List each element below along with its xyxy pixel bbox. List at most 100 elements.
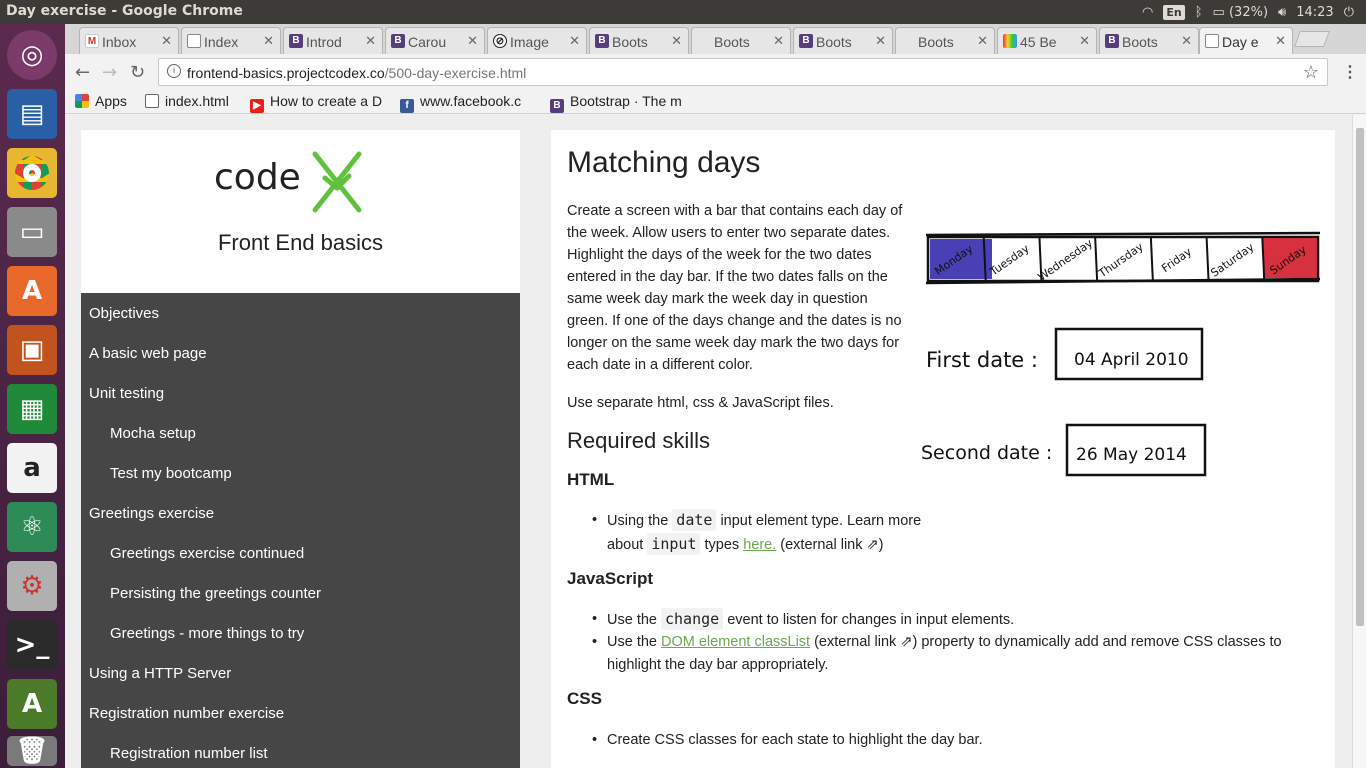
tab-label: Image: [510, 34, 549, 50]
tab-bootstrap-2[interactable]: Boots ✕: [691, 27, 791, 54]
tab-day-exercise[interactable]: Day e ✕: [1199, 27, 1293, 54]
close-icon[interactable]: ✕: [569, 33, 580, 49]
system-settings-icon[interactable]: ⚙: [7, 561, 57, 611]
main-content: Matching days Create a screen with a bar…: [551, 130, 1335, 768]
volume-icon[interactable]: 🔊︎: [1278, 5, 1286, 20]
nav-item-greetings-continued[interactable]: Greetings exercise continued: [110, 545, 304, 562]
tab-45-best[interactable]: 45 Be ✕: [997, 27, 1097, 54]
code-date: date: [672, 509, 717, 531]
tab-label: Inbox: [102, 34, 137, 50]
tab-introduction[interactable]: B Introd ✕: [283, 27, 383, 54]
chrome-icon[interactable]: [7, 148, 57, 198]
js-list-item-change: Use the change event to listen for chang…: [592, 608, 1307, 632]
files-icon[interactable]: ▭: [7, 207, 57, 257]
close-icon[interactable]: ✕: [467, 33, 478, 49]
nav-item-objectives[interactable]: Objectives: [89, 305, 159, 322]
tab-bootstrap-5[interactable]: B Boots ✕: [1099, 27, 1199, 54]
day-bar-sketch-image: Monday Tuesday Wednesday Thursday Friday Satu…: [921, 231, 1321, 477]
close-icon[interactable]: ✕: [1275, 33, 1286, 49]
trash-icon[interactable]: 🗑︎: [7, 736, 57, 766]
tab-label: Index: [204, 34, 239, 50]
close-icon[interactable]: ✕: [977, 33, 988, 49]
text: Use the: [607, 612, 661, 628]
bluetooth-icon[interactable]: ᛒ: [1195, 5, 1203, 20]
close-icon[interactable]: ✕: [365, 33, 376, 49]
address-bar[interactable]: i frontend-basics.projectcodex.co/500-da…: [158, 58, 1328, 86]
tab-strip: M Inbox ✕ Index ✕ B Introd ✕ B Carou ✕ ⊘ Image ✕ …: [65, 24, 1366, 54]
nav-item-greetings-exercise[interactable]: Greetings exercise: [89, 505, 214, 522]
nav-item-test-my-bootcamp[interactable]: Test my bootcamp: [110, 465, 232, 482]
close-icon[interactable]: ✕: [773, 33, 784, 49]
software-updater-icon[interactable]: A: [7, 679, 57, 729]
bookmark-label: www.facebook.c: [420, 93, 522, 109]
nav-item-mocha-setup[interactable]: Mocha setup: [110, 425, 196, 442]
tab-carousel[interactable]: B Carou ✕: [385, 27, 485, 54]
close-icon[interactable]: ✕: [875, 33, 886, 49]
wifi-icon[interactable]: ◠: [1142, 5, 1153, 20]
bookmark-label: Bootstrap · The m: [570, 93, 682, 109]
nav-item-registration-list[interactable]: Registration number list: [110, 745, 268, 762]
page-title: Matching days: [567, 146, 761, 179]
software-center-icon[interactable]: A: [7, 266, 57, 316]
close-icon[interactable]: ✕: [161, 33, 172, 49]
apps-grid-icon: [75, 94, 89, 108]
back-icon[interactable]: ←: [75, 62, 90, 83]
tab-label: Boots: [918, 34, 954, 50]
code-input: input: [647, 532, 701, 555]
reload-icon[interactable]: ↻: [130, 62, 145, 83]
tab-bootstrap-3[interactable]: B Boots ✕: [793, 27, 893, 54]
keyboard-language-indicator[interactable]: En: [1163, 4, 1185, 20]
impress-icon[interactable]: ▣: [7, 325, 57, 375]
terminal-icon[interactable]: >_: [7, 620, 57, 670]
code-change: change: [661, 608, 724, 630]
power-icon[interactable]: ⏻: [1344, 5, 1354, 20]
close-icon[interactable]: ✕: [671, 33, 682, 49]
tab-image[interactable]: ⊘ Image ✕: [487, 27, 587, 54]
nav-item-greetings-more[interactable]: Greetings - more things to try: [110, 625, 304, 642]
close-icon[interactable]: ✕: [1181, 33, 1192, 49]
bookmark-apps[interactable]: Apps: [75, 93, 127, 109]
clock[interactable]: 14:23: [1296, 5, 1333, 20]
forward-icon[interactable]: →: [102, 62, 117, 83]
gmail-icon: M: [85, 34, 99, 48]
amazon-icon[interactable]: a: [7, 443, 57, 493]
battery-indicator[interactable]: ▭ (32%): [1213, 5, 1268, 20]
nav-item-registration-exercise[interactable]: Registration number exercise: [89, 705, 284, 722]
bookmark-star-icon[interactable]: ☆: [1303, 62, 1319, 83]
nav-item-http-server[interactable]: Using a HTTP Server: [89, 665, 231, 682]
site-info-icon[interactable]: i: [167, 64, 181, 78]
bookmark-youtube[interactable]: ▶ How to create a D: [250, 93, 385, 113]
ubuntu-dash-icon[interactable]: ◎: [7, 30, 57, 80]
tab-index[interactable]: Index ✕: [181, 27, 281, 54]
site-title: Front End basics: [217, 230, 384, 255]
atom-icon[interactable]: ⚛: [7, 502, 57, 552]
tab-bootstrap-4[interactable]: Boots ✕: [895, 27, 995, 54]
url-host: frontend-basics.projectcodex.co: [187, 65, 385, 81]
bookmark-facebook[interactable]: f www.facebook.c: [400, 93, 540, 113]
chrome-menu-icon[interactable]: ⋮: [1342, 62, 1358, 82]
tab-inbox[interactable]: M Inbox ✕: [79, 27, 179, 54]
close-icon[interactable]: ✕: [1079, 33, 1090, 49]
tab-bootstrap-1[interactable]: B Boots ✕: [589, 27, 689, 54]
calc-icon[interactable]: ▦: [7, 384, 57, 434]
bookmark-bootstrap[interactable]: B Bootstrap · The m: [550, 93, 690, 113]
writer-icon[interactable]: ▤: [7, 89, 57, 139]
nav-item-persisting-counter[interactable]: Persisting the greetings counter: [110, 585, 321, 602]
bootstrap-icon: B: [1105, 34, 1119, 48]
input-types-link[interactable]: here.: [743, 537, 776, 553]
new-tab-button[interactable]: [1294, 31, 1330, 47]
browser-window: M Inbox ✕ Index ✕ B Introd ✕ B Carou ✕ ⊘ Image ✕ …: [65, 24, 1366, 768]
nav-item-basic-web-page[interactable]: A basic web page: [89, 345, 207, 362]
classlist-link[interactable]: DOM element classList: [661, 634, 810, 650]
page-scrollbar[interactable]: [1352, 115, 1366, 768]
tab-label: Boots: [1122, 34, 1158, 50]
scrollbar-thumb[interactable]: [1356, 128, 1364, 626]
javascript-heading: JavaScript: [567, 569, 653, 588]
html-list-item: Using the date input element type. Learn…: [592, 509, 937, 556]
tab-label: Introd: [306, 34, 342, 50]
tab-label: Day e: [1222, 34, 1259, 50]
nav-item-unit-testing[interactable]: Unit testing: [89, 385, 164, 402]
css-heading: CSS: [567, 689, 602, 708]
bookmark-index[interactable]: index.html: [145, 93, 245, 109]
close-icon[interactable]: ✕: [263, 33, 274, 49]
